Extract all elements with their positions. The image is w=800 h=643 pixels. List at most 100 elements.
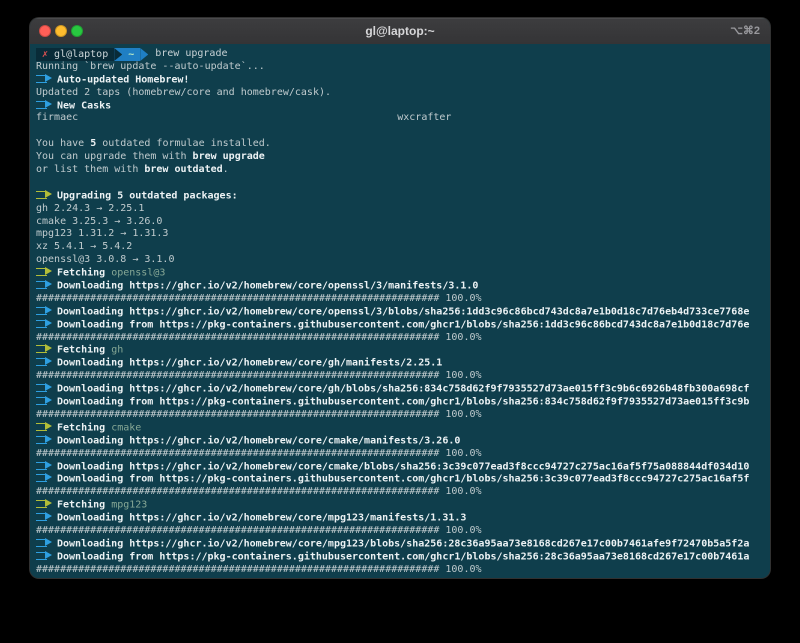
terminal-line: Downloading https://ghcr.io/v2/homebrew/… bbox=[36, 461, 764, 474]
text-segment: ########################################… bbox=[36, 525, 482, 536]
ohai-arrow-icon bbox=[36, 473, 52, 482]
window-title: gl@laptop:~ bbox=[30, 18, 770, 44]
terminal-line: Downloading https://ghcr.io/v2/homebrew/… bbox=[36, 435, 764, 448]
text-segment: Fetching bbox=[57, 345, 111, 356]
fetch-arrow-icon bbox=[36, 499, 52, 508]
terminal-line: Downloading https://ghcr.io/v2/homebrew/… bbox=[36, 306, 764, 319]
ohai-arrow-icon bbox=[36, 512, 52, 521]
text-segment: Downloading https://ghcr.io/v2/homebrew/… bbox=[57, 435, 460, 446]
text-segment: mpg123 bbox=[111, 500, 147, 511]
text-segment: gh 2.24.3 → 2.25.1 bbox=[36, 203, 144, 214]
text-segment: Downloading from https://pkg-containers.… bbox=[57, 397, 749, 408]
text-segment: Downloading https://ghcr.io/v2/homebrew/… bbox=[57, 538, 749, 549]
terminal-line: ########################################… bbox=[36, 409, 764, 422]
text-segment: Downloading https://ghcr.io/v2/homebrew/… bbox=[57, 384, 749, 395]
ohai-arrow-icon bbox=[36, 435, 52, 444]
text-segment: Downloading from https://pkg-containers.… bbox=[57, 551, 749, 562]
text-segment: You can upgrade them with bbox=[36, 151, 193, 162]
text-segment: ########################################… bbox=[36, 293, 482, 304]
terminal-line: You have 5 outdated formulae installed. bbox=[36, 138, 764, 151]
text-segment: Running `brew update --auto-update`... bbox=[36, 61, 265, 72]
prompt-command: brew upgrade bbox=[155, 48, 227, 59]
text-segment: gh bbox=[111, 345, 123, 356]
ohai-arrow-icon bbox=[36, 383, 52, 392]
text-segment: . bbox=[223, 164, 229, 175]
text-segment: brew upgrade bbox=[193, 151, 265, 162]
terminal-line: Upgrading 5 outdated packages: bbox=[36, 190, 764, 203]
text-segment: cmake bbox=[111, 422, 141, 433]
text-segment: cmake 3.25.3 → 3.26.0 bbox=[36, 216, 162, 227]
terminal-line bbox=[36, 125, 764, 138]
text-segment: Fetching bbox=[57, 268, 111, 279]
text-segment: Downloading from https://pkg-containers.… bbox=[57, 319, 749, 330]
terminal-line: openssl@3 3.0.8 → 3.1.0 bbox=[36, 254, 764, 267]
terminal-window: gl@laptop:~ ⌥⌘2 ✗ gl@laptop ~ brew upgrade … bbox=[30, 18, 770, 578]
terminal-line: Updated 2 taps (homebrew/core and homebr… bbox=[36, 87, 764, 100]
terminal-line: Fetching mpg123 bbox=[36, 499, 764, 512]
fetch-arrow-icon bbox=[36, 344, 52, 353]
text-segment: Fetching bbox=[57, 500, 111, 511]
terminal-line: You can upgrade them with brew upgrade bbox=[36, 151, 764, 164]
text-segment: Auto-updated Homebrew! bbox=[57, 74, 189, 85]
terminal-line: Downloading from https://pkg-containers.… bbox=[36, 551, 764, 564]
terminal-line: Downloading https://ghcr.io/v2/homebrew/… bbox=[36, 512, 764, 525]
text-segment: ########################################… bbox=[36, 486, 482, 497]
ohai-arrow-icon bbox=[36, 74, 52, 83]
text-segment: openssl@3 3.0.8 → 3.1.0 bbox=[36, 254, 174, 265]
text-segment: or list them with bbox=[36, 164, 144, 175]
ohai-arrow-icon bbox=[36, 551, 52, 560]
terminal-line: Downloading https://ghcr.io/v2/homebrew/… bbox=[36, 383, 764, 396]
text-segment: ########################################… bbox=[36, 564, 482, 575]
terminal-line: Fetching gh bbox=[36, 344, 764, 357]
terminal-line: Auto-updated Homebrew! bbox=[36, 74, 764, 87]
prompt-dir-segment: ~ bbox=[122, 48, 140, 61]
terminal-line: or list them with brew outdated. bbox=[36, 164, 764, 177]
terminal-line: ########################################… bbox=[36, 525, 764, 538]
exit-status-icon: ✗ bbox=[42, 49, 48, 60]
terminal-line: xz 5.4.1 → 5.4.2 bbox=[36, 241, 764, 254]
text-segment: Downloading https://ghcr.io/v2/homebrew/… bbox=[57, 461, 749, 472]
terminal-line: firmaec wxcrafter bbox=[36, 112, 764, 125]
ohai-arrow-icon bbox=[36, 280, 52, 289]
prompt-user: gl@laptop bbox=[54, 49, 108, 60]
terminal-line: Downloading from https://pkg-containers.… bbox=[36, 396, 764, 409]
text-segment: xz 5.4.1 → 5.4.2 bbox=[36, 241, 132, 252]
terminal-line: ########################################… bbox=[36, 332, 764, 345]
terminal-line: Downloading https://ghcr.io/v2/homebrew/… bbox=[36, 280, 764, 293]
terminal-line: New Casks bbox=[36, 100, 764, 113]
powerline-separator-icon bbox=[114, 48, 122, 61]
terminal-line: Downloading from https://pkg-containers.… bbox=[36, 473, 764, 486]
text-segment: Fetching bbox=[57, 422, 111, 433]
text-segment: mpg123 1.31.2 → 1.31.3 bbox=[36, 228, 168, 239]
terminal-line: mpg123 1.31.2 → 1.31.3 bbox=[36, 228, 764, 241]
terminal-line: Fetching openssl@3 bbox=[36, 267, 764, 280]
fetch-arrow-icon bbox=[36, 190, 52, 199]
text-segment: New Casks bbox=[57, 100, 111, 111]
text-segment: You have bbox=[36, 138, 90, 149]
terminal-line: ########################################… bbox=[36, 564, 764, 577]
ohai-arrow-icon bbox=[36, 396, 52, 405]
ohai-arrow-icon bbox=[36, 319, 52, 328]
text-segment: firmaec wxcrafter bbox=[36, 112, 451, 123]
shell-prompt: ✗ gl@laptop ~ brew upgrade bbox=[36, 48, 764, 61]
terminal-output[interactable]: ✗ gl@laptop ~ brew upgrade Running `brew up… bbox=[30, 44, 770, 578]
ohai-arrow-icon bbox=[36, 100, 52, 109]
terminal-line: Downloading from https://pkg-containers.… bbox=[36, 319, 764, 332]
text-segment: openssl@3 bbox=[111, 268, 165, 279]
terminal-line: Running `brew update --auto-update`... bbox=[36, 61, 764, 74]
text-segment: Downloading https://ghcr.io/v2/homebrew/… bbox=[57, 513, 466, 524]
terminal-line: ########################################… bbox=[36, 448, 764, 461]
ohai-arrow-icon bbox=[36, 357, 52, 366]
text-segment: Upgrading 5 outdated packages: bbox=[57, 190, 238, 201]
ohai-arrow-icon bbox=[36, 306, 52, 315]
window-shortcut-badge: ⌥⌘2 bbox=[730, 18, 760, 44]
text-segment: brew outdated bbox=[144, 164, 222, 175]
titlebar[interactable]: gl@laptop:~ ⌥⌘2 bbox=[30, 18, 770, 44]
terminal-line: ########################################… bbox=[36, 370, 764, 383]
terminal-line: Fetching cmake bbox=[36, 422, 764, 435]
fetch-arrow-icon bbox=[36, 267, 52, 276]
text-segment: ########################################… bbox=[36, 370, 482, 381]
terminal-line: gh 2.24.3 → 2.25.1 bbox=[36, 203, 764, 216]
terminal-line: ########################################… bbox=[36, 486, 764, 499]
text-segment: Downloading from https://pkg-containers.… bbox=[57, 474, 749, 485]
